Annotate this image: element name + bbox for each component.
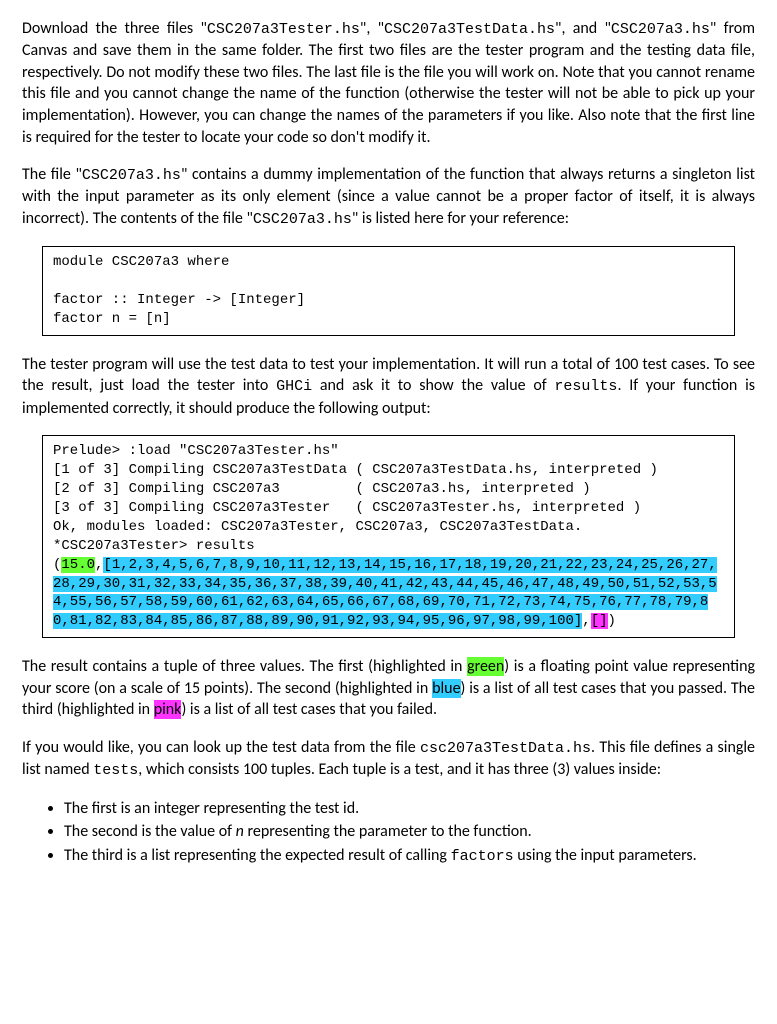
list-item: The first is an integer representing the… [64, 798, 755, 820]
output-line: [2 of 3] Compiling CSC207a3 ( CSC207a3.h… [53, 481, 591, 497]
inline-code: factors [451, 848, 514, 865]
inline-code: tests [93, 762, 138, 779]
highlight-blue-word: blue [432, 679, 460, 698]
paragraph-result-explain: The result contains a tuple of three val… [22, 656, 755, 721]
text: If you would like, you can look up the t… [22, 738, 420, 757]
filename: CSC207a3.hs [611, 21, 710, 38]
text: using the input parameters. [514, 846, 697, 865]
filename: CSC207a3Tester.hs [207, 21, 360, 38]
list-item: The second is the value of n representin… [64, 821, 755, 843]
output-line: [1 of 3] Compiling CSC207a3TestData ( CS… [53, 462, 658, 478]
paragraph-dummy-impl: The file "CSC207a3.hs" contains a dummy … [22, 164, 755, 230]
inline-code: results [554, 378, 617, 395]
highlight-green-word: green [467, 657, 504, 676]
filename: CSC207a3.hs [253, 211, 352, 228]
text: The result contains a tuple of three val… [22, 657, 467, 676]
text: The second is the value of [64, 822, 236, 841]
text: ) is a list of all test cases that you f… [181, 700, 437, 719]
paragraph-intro: Download the three files "CSC207a3Tester… [22, 18, 755, 148]
text: ", and " [555, 19, 611, 38]
bullet-list: The first is an integer representing the… [22, 798, 755, 867]
filename: csc207a3TestData.hs [420, 740, 591, 757]
italic-n: n [236, 822, 244, 841]
paragraph-tester: The tester program will use the test dat… [22, 354, 755, 419]
filename: CSC207a3.hs [82, 167, 181, 184]
inline-code: GHCi [276, 378, 312, 395]
highlight-pink-word: pink [154, 700, 182, 719]
text: " from Canvas and save them in the same … [22, 19, 755, 147]
code-listing-module: module CSC207a3 where factor :: Integer … [42, 246, 735, 336]
text: , which consists 100 tuples. Each tuple … [138, 760, 661, 779]
output-line: [3 of 3] Compiling CSC207a3Tester ( CSC2… [53, 500, 641, 516]
output-sep: , [582, 613, 590, 629]
output-line: *CSC207a3Tester> results [53, 538, 255, 554]
text: representing the parameter to the functi… [244, 822, 532, 841]
list-item: The third is a list representing the exp… [64, 845, 755, 867]
output-passlist: [1,2,3,4,5,6,7,8,9,10,11,12,13,14,15,16,… [53, 557, 717, 630]
text: " is listed here for your reference: [352, 209, 569, 228]
filename: CSC207a3TestData.hs [384, 21, 555, 38]
text: The file " [22, 165, 82, 184]
output-tuple-close: ) [608, 613, 616, 629]
code-listing-output: Prelude> :load "CSC207a3Tester.hs" [1 of… [42, 435, 735, 638]
output-line: Prelude> :load "CSC207a3Tester.hs" [53, 443, 339, 459]
text: ", " [360, 19, 384, 38]
paragraph-testdata: If you would like, you can look up the t… [22, 737, 755, 782]
text: The third is a list representing the exp… [64, 846, 451, 865]
output-score: 15.0 [61, 557, 95, 573]
output-faillist: [] [591, 613, 608, 629]
output-line: Ok, modules loaded: CSC207a3Tester, CSC2… [53, 519, 582, 535]
text: and ask it to show the value of [312, 376, 554, 395]
text: Download the three files " [22, 19, 207, 38]
